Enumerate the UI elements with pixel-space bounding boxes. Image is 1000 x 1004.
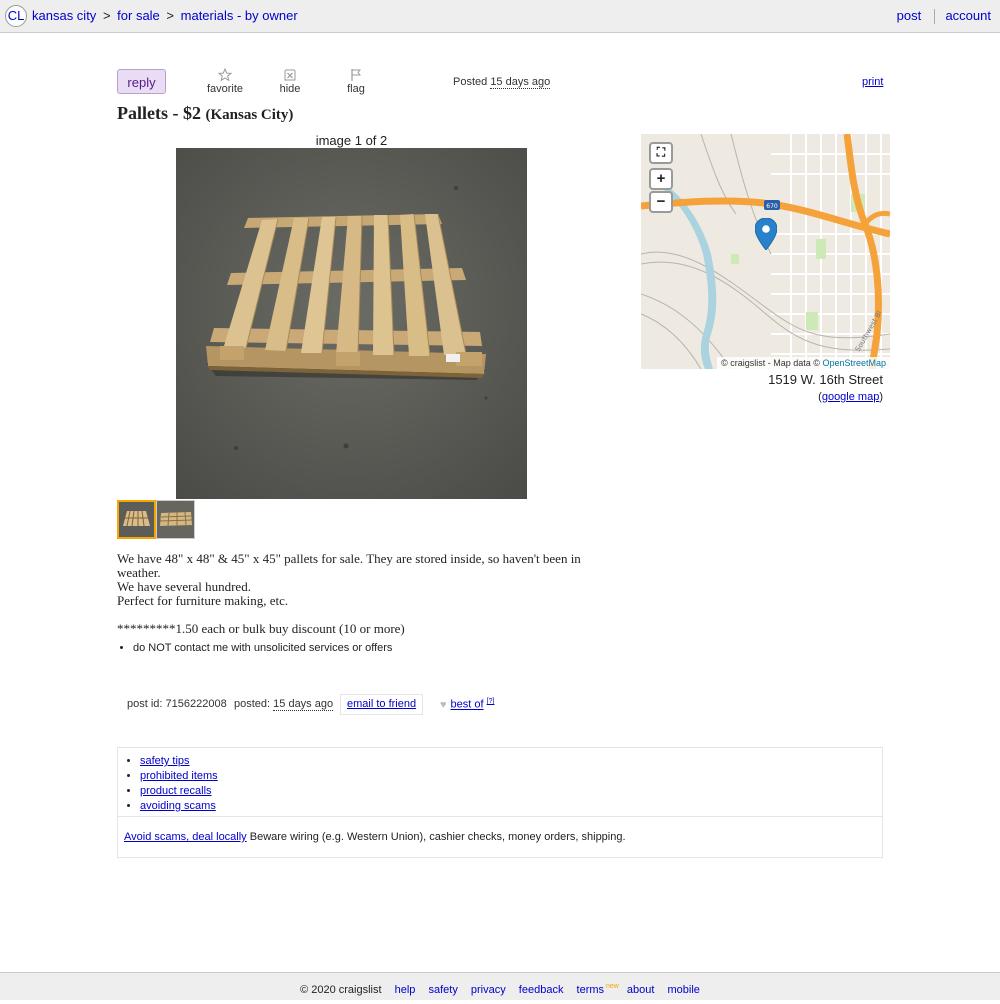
posted-label: posted: — [234, 698, 271, 710]
prohibited-items-link[interactable]: prohibited items — [140, 770, 218, 782]
listing-location: (Kansas City) — [205, 107, 294, 123]
footer: © 2020 craigslist help safety privacy fe… — [0, 972, 1000, 1000]
map-tiles: 670 Southwest Bl — [641, 134, 890, 369]
top-links: post account — [897, 8, 991, 25]
interstate-shield: 670 — [766, 203, 778, 210]
post-link[interactable]: post — [897, 8, 922, 23]
google-map-link[interactable]: google map — [822, 391, 880, 403]
location-map[interactable]: 670 Southwest Bl ⛶ + − © craigslist - Ma… — [641, 134, 890, 369]
breadcrumb-materials-by-owner[interactable]: materials - by owner — [181, 8, 298, 23]
listing-title: Pallets - $2 — [117, 103, 201, 123]
thumbnail-1[interactable] — [117, 500, 156, 539]
body-line: *********1.50 each or bulk buy discount … — [117, 621, 405, 636]
craigslist-logo[interactable]: CL — [5, 5, 27, 27]
map-attribution: © craigslist - Map data © OpenStreetMap — [717, 357, 890, 369]
map-controls: ⛶ + − — [649, 142, 677, 214]
zoom-out-button[interactable]: − — [649, 191, 673, 213]
breadcrumb: kansas city > for sale > materials - by … — [32, 8, 298, 23]
scam-warning: Avoid scams, deal locally Beware wiring … — [124, 831, 626, 843]
flag-button[interactable]: flag — [341, 68, 371, 95]
breadcrumb-kansas-city[interactable]: kansas city — [32, 8, 96, 23]
footer-terms-link[interactable]: terms — [577, 984, 605, 996]
breadcrumb-separator: > — [102, 8, 111, 23]
footer-privacy-link[interactable]: privacy — [471, 984, 506, 996]
product-recalls-link[interactable]: product recalls — [140, 785, 212, 797]
map-pin-icon[interactable] — [755, 218, 777, 250]
best-of-link[interactable]: best of — [451, 699, 484, 711]
footer-mobile-link[interactable]: mobile — [668, 984, 700, 996]
page-title: Pallets - $2 (Kansas City) — [117, 103, 293, 124]
pallet-photo — [176, 148, 527, 499]
heart-icon: ♥ — [440, 698, 447, 711]
footer-safety-link[interactable]: safety — [428, 984, 457, 996]
post-posted: posted: 15 days ago — [234, 698, 334, 711]
image-counter: image 1 of 2 — [315, 133, 388, 148]
posted-date: Posted 15 days ago — [453, 76, 551, 89]
safety-tips-link[interactable]: safety tips — [140, 755, 190, 767]
hide-label: hide — [279, 83, 301, 95]
post-id: post id: 7156222008 — [127, 698, 227, 710]
map-attribution-text: © craigslist - Map data © — [721, 358, 820, 368]
fullscreen-button[interactable]: ⛶ — [649, 142, 673, 164]
footer-help-link[interactable]: help — [395, 984, 416, 996]
best-of: ♥ best of [?] — [440, 698, 494, 711]
best-of-help-link[interactable]: [?] — [487, 698, 495, 705]
print-link[interactable]: print — [862, 76, 883, 88]
zoom-in-button[interactable]: + — [649, 168, 673, 190]
email-to-friend-button[interactable]: email to friend — [340, 694, 424, 715]
notice-item: do NOT contact me with unsolicited servi… — [133, 642, 392, 654]
thumbnail-image — [119, 502, 154, 537]
star-icon — [218, 68, 232, 82]
posting-body: We have 48" x 48" & 45" x 45" pallets fo… — [117, 552, 627, 636]
thumbnail-image — [157, 501, 194, 538]
hide-icon — [284, 69, 296, 81]
body-line: We have several hundred. — [117, 579, 251, 594]
notices-list: do NOT contact me with unsolicited servi… — [117, 642, 392, 654]
posted-timestamp: 15 days ago — [273, 698, 334, 711]
safety-links: safety tips prohibited items product rec… — [124, 754, 218, 814]
flag-icon — [351, 69, 362, 81]
divider — [118, 816, 882, 817]
avoiding-scams-link[interactable]: avoiding scams — [140, 800, 216, 812]
favorite-button[interactable]: favorite — [205, 68, 245, 95]
body-line: Perfect for furniture making, etc. — [117, 593, 289, 608]
top-bar: CL kansas city > for sale > materials - … — [0, 0, 1000, 33]
thumbnail-2[interactable] — [156, 500, 195, 539]
posted-label: Posted — [453, 76, 488, 88]
breadcrumb-separator: > — [166, 8, 175, 23]
avoid-scams-link[interactable]: Avoid scams, deal locally — [124, 831, 247, 843]
account-link[interactable]: account — [945, 8, 991, 23]
flag-label: flag — [347, 83, 365, 95]
google-map-link-wrap: (google map) — [818, 391, 883, 403]
body-line: We have 48" x 48" & 45" x 45" pallets fo… — [117, 551, 581, 580]
safety-box: safety tips prohibited items product rec… — [117, 747, 883, 858]
map-address: 1519 W. 16th Street — [768, 372, 883, 387]
breadcrumb-for-sale[interactable]: for sale — [117, 8, 160, 23]
openstreetmap-link[interactable]: OpenStreetMap — [822, 358, 886, 368]
favorite-label: favorite — [206, 83, 244, 95]
hide-button[interactable]: hide — [275, 68, 305, 95]
divider — [933, 9, 935, 25]
main-image[interactable] — [176, 148, 527, 499]
footer-feedback-link[interactable]: feedback — [519, 984, 564, 996]
posted-timestamp: 15 days ago — [490, 76, 551, 89]
new-badge: new — [606, 983, 619, 990]
footer-about-link[interactable]: about — [627, 984, 655, 996]
copyright: © 2020 craigslist — [300, 983, 382, 996]
reply-button[interactable]: reply — [117, 69, 166, 94]
scam-warning-text: Beware wiring (e.g. Western Union), cash… — [246, 831, 626, 843]
